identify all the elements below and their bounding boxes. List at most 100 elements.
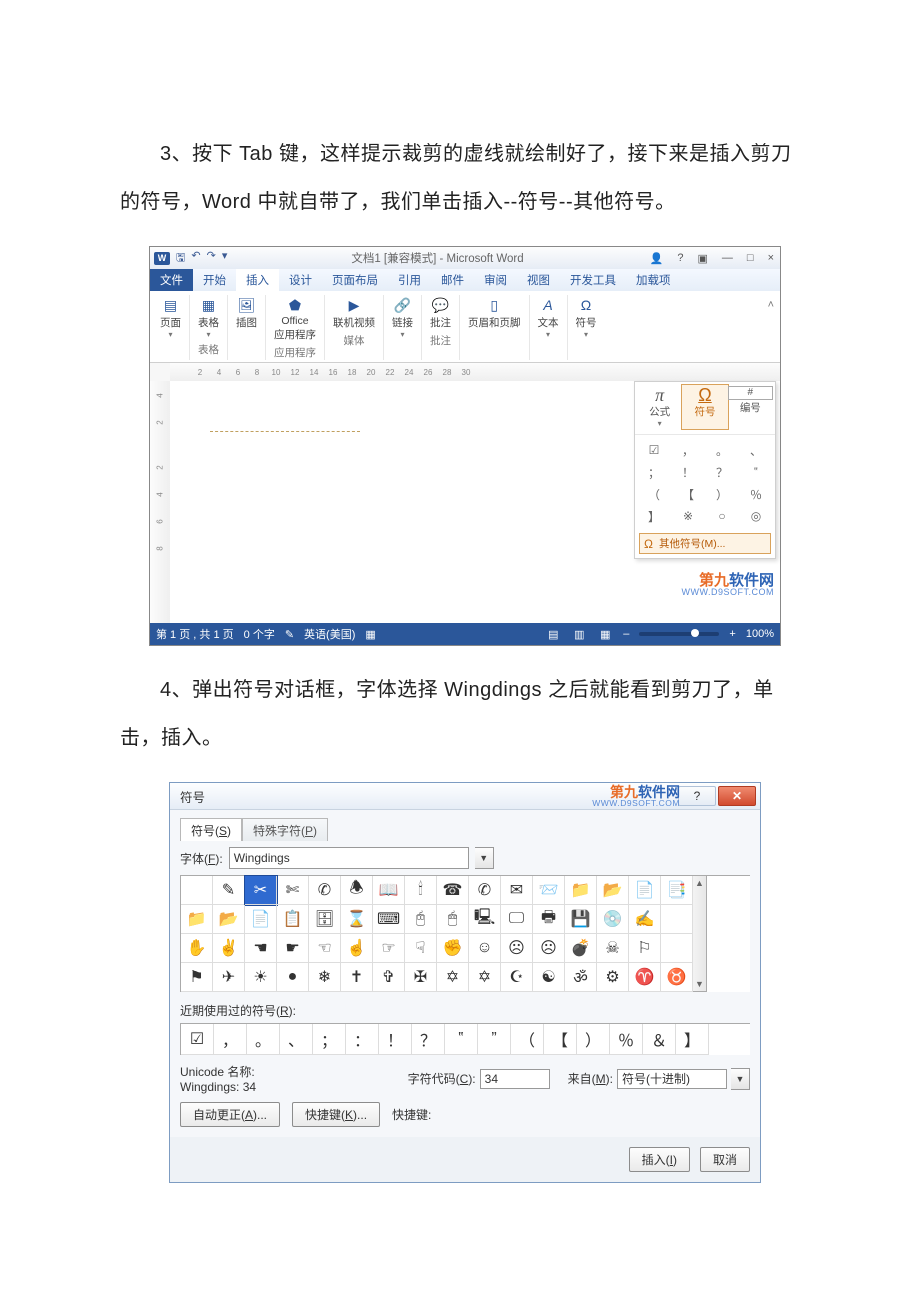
recent-symbol-cell[interactable]: ＆ bbox=[643, 1024, 676, 1055]
symbol-cell[interactable]: 📄 bbox=[629, 876, 661, 905]
ribbon-options-icon[interactable]: ▣ bbox=[696, 252, 710, 265]
number-button[interactable]: # 编号 bbox=[728, 386, 773, 428]
symbol-cell[interactable]: 🕯 bbox=[405, 876, 437, 905]
zoom-out-icon[interactable]: – bbox=[623, 628, 629, 640]
symbol-cell[interactable]: 【 bbox=[671, 483, 705, 505]
symbol-cell[interactable]: ✆ bbox=[309, 876, 341, 905]
recent-symbol-cell[interactable]: ％ bbox=[610, 1024, 643, 1055]
font-select[interactable]: Wingdings bbox=[229, 847, 469, 869]
zoom-value[interactable]: 100% bbox=[746, 628, 774, 640]
undo-icon[interactable]: ↶ bbox=[191, 249, 200, 268]
symbol-cell[interactable]: 📑 bbox=[661, 876, 693, 905]
symbol-cell[interactable]: ☯ bbox=[533, 963, 565, 992]
symbol-cell[interactable]: ☹ bbox=[533, 934, 565, 963]
symbol-cell[interactable]: 】 bbox=[637, 505, 671, 527]
macro-icon[interactable]: ▦ bbox=[365, 628, 375, 641]
video-button[interactable]: ▶ 联机视频 bbox=[333, 295, 375, 330]
symbol-cell[interactable]: ☀ bbox=[245, 963, 277, 992]
tab-review[interactable]: 审阅 bbox=[474, 269, 517, 291]
recent-symbol-cell[interactable]: ； bbox=[313, 1024, 346, 1055]
symbol-cell[interactable]: ☑ bbox=[637, 439, 671, 461]
symbol-cell[interactable]: ☛ bbox=[277, 934, 309, 963]
recent-symbol-cell[interactable]: （ bbox=[511, 1024, 544, 1055]
recent-symbol-cell[interactable]: ？ bbox=[412, 1024, 445, 1055]
symbol-cell[interactable]: 📂 bbox=[213, 905, 245, 934]
symbol-cell[interactable]: ॐ bbox=[565, 963, 597, 992]
symbol-cell[interactable]: 、 bbox=[739, 439, 773, 461]
symbol-cell[interactable]: 📁 bbox=[181, 905, 213, 934]
illus-button[interactable]: 🖼 插图 bbox=[236, 295, 257, 330]
tab-addin[interactable]: 加载项 bbox=[626, 269, 681, 291]
symbol-cell[interactable]: 💾 bbox=[565, 905, 597, 934]
symbol-cell[interactable]: ！ bbox=[671, 461, 705, 483]
symbol-cell[interactable]: ♈ bbox=[629, 963, 661, 992]
web-layout-icon[interactable]: ▦ bbox=[597, 627, 613, 641]
symbol-cell[interactable] bbox=[661, 934, 693, 963]
symbol-cell[interactable]: 🖱 bbox=[437, 905, 469, 934]
symbol-cell[interactable]: ❄ bbox=[309, 963, 341, 992]
symbol-cell[interactable]: ☪ bbox=[501, 963, 533, 992]
close-icon[interactable]: × bbox=[766, 252, 776, 265]
symbol-cell[interactable]: ⚙ bbox=[597, 963, 629, 992]
close-button[interactable]: ✕ bbox=[718, 786, 756, 806]
text-button[interactable]: A 文本 ▾ bbox=[538, 295, 559, 339]
symbol-cell[interactable]: ‟ bbox=[739, 461, 773, 483]
symbol-cell[interactable]: 📨 bbox=[533, 876, 565, 905]
recent-symbol-cell[interactable]: ： bbox=[346, 1024, 379, 1055]
symbol-cell[interactable]: ♉ bbox=[661, 963, 693, 992]
tab-mail[interactable]: 邮件 bbox=[431, 269, 474, 291]
symbol-cell[interactable]: ☠ bbox=[597, 934, 629, 963]
symbol-cell[interactable]: 。 bbox=[705, 439, 739, 461]
recent-symbol-cell[interactable]: ☑ bbox=[181, 1024, 214, 1055]
symbol-cell[interactable] bbox=[181, 876, 213, 905]
tab-home[interactable]: 开始 bbox=[193, 269, 236, 291]
symbol-cell[interactable]: ✞ bbox=[373, 963, 405, 992]
recent-symbol-cell[interactable]: ” bbox=[478, 1024, 511, 1055]
symbol-cell[interactable]: ⌨ bbox=[373, 905, 405, 934]
zoom-in-icon[interactable]: + bbox=[729, 628, 735, 640]
tab-references[interactable]: 引用 bbox=[388, 269, 431, 291]
symbol-cell[interactable]: ✠ bbox=[405, 963, 437, 992]
symbol-cell[interactable]: ☎ bbox=[437, 876, 469, 905]
insert-button[interactable]: 插入(I) bbox=[629, 1147, 690, 1172]
help-button[interactable]: ? bbox=[678, 786, 716, 806]
symbol-cell[interactable]: 🖶 bbox=[533, 905, 565, 934]
office-apps-button[interactable]: ⬟ Office 应用程序 bbox=[274, 295, 316, 342]
more-symbols-item[interactable]: Ω 其他符号(M)... bbox=[639, 533, 771, 554]
word-count[interactable]: 0 个字 bbox=[244, 626, 275, 642]
recent-symbol-cell[interactable]: ） bbox=[577, 1024, 610, 1055]
symbol-cell[interactable]: ； bbox=[637, 461, 671, 483]
tab-special-chars[interactable]: 特殊字符(P) bbox=[242, 818, 328, 841]
symbol-cell[interactable]: 📄 bbox=[245, 905, 277, 934]
symbol-cell[interactable]: ⌛ bbox=[341, 905, 373, 934]
symbol-cell[interactable]: 📁 bbox=[565, 876, 597, 905]
symbol-cell[interactable] bbox=[661, 905, 693, 934]
symbol-cell[interactable]: 🖳 bbox=[469, 905, 501, 934]
symbol-button[interactable]: Ω 符号 ▾ bbox=[576, 295, 597, 339]
symbol-cell[interactable]: 🗄 bbox=[309, 905, 341, 934]
symbol-cell[interactable]: ● bbox=[277, 963, 309, 992]
save-icon[interactable]: 🖫 bbox=[176, 249, 185, 268]
page-button[interactable]: ▤ 页面 ▾ bbox=[160, 295, 181, 339]
symbol-cell[interactable]: ？ bbox=[705, 461, 739, 483]
table-button[interactable]: ▦ 表格 ▾ bbox=[198, 295, 219, 339]
comment-button[interactable]: 💬 批注 bbox=[430, 295, 451, 330]
recent-symbol-cell[interactable]: ， bbox=[214, 1024, 247, 1055]
print-layout-icon[interactable]: ▥ bbox=[571, 627, 587, 641]
symbol-cell[interactable]: ） bbox=[705, 483, 739, 505]
recent-symbol-cell[interactable]: ‟ bbox=[445, 1024, 478, 1055]
help-icon[interactable]: ? bbox=[675, 252, 685, 265]
grid-scrollbar[interactable]: ▲▼ bbox=[693, 876, 707, 992]
symbol-gallery-button[interactable]: Ω 符号 bbox=[681, 384, 728, 430]
symbol-cell[interactable]: 🖰 bbox=[405, 905, 437, 934]
char-code-input[interactable]: 34 bbox=[480, 1069, 550, 1089]
symbol-cell[interactable]: ✋ bbox=[181, 934, 213, 963]
from-dropdown-icon[interactable]: ▼ bbox=[731, 1068, 750, 1090]
symbol-cell[interactable]: ， bbox=[671, 439, 705, 461]
symbol-cell[interactable]: ✍ bbox=[629, 905, 661, 934]
recent-symbol-cell[interactable]: 、 bbox=[280, 1024, 313, 1055]
symbol-cell[interactable]: ☝ bbox=[341, 934, 373, 963]
tab-view[interactable]: 视图 bbox=[517, 269, 560, 291]
symbol-cell[interactable]: ✎ bbox=[213, 876, 245, 905]
symbol-cell[interactable]: ✆ bbox=[469, 876, 501, 905]
